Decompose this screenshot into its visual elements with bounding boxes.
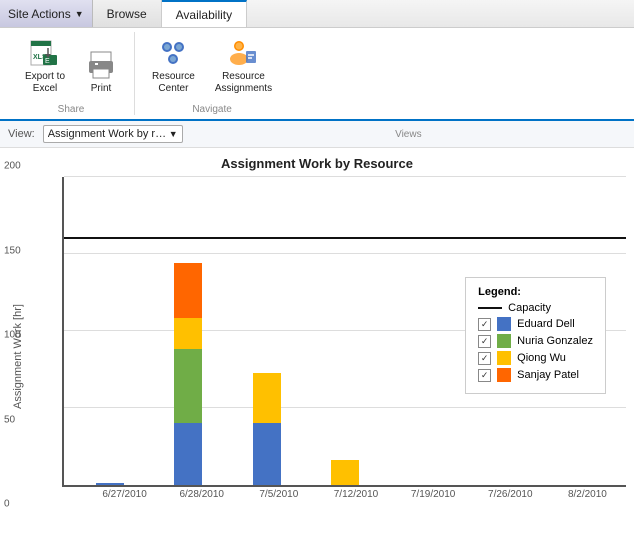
view-dropdown[interactable]: Assignment Work by reso... ▼ [43,125,183,143]
print-icon [85,49,117,81]
x-label-6: 8/2/2010 [549,489,626,500]
print-button[interactable]: Print [78,44,124,100]
resource-center-label: Resource Center [152,71,195,95]
legend-label-4: Sanjay Patel [517,369,579,381]
legend-nuria: ✓ Nuria Gonzalez [478,334,593,348]
bar-segment-yellow [253,373,281,423]
x-label-0: 6/27/2010 [86,489,163,500]
navigate-section: Resource Center Resource Assignments [135,32,289,115]
svg-text:E: E [45,58,50,65]
availability-tab[interactable]: Availability [162,0,247,27]
export-excel-button[interactable]: XLS E Export to Excel [18,32,72,100]
navigate-label: Navigate [145,104,279,115]
bar-segment-blue [253,423,281,485]
legend-label-1: Eduard Dell [517,318,574,330]
legend-checkbox-4[interactable]: ✓ [478,369,491,382]
legend-color-2 [497,334,511,348]
legend-capacity: Capacity [478,302,593,314]
bar-segment-yellow [331,460,359,485]
legend-checkbox-2[interactable]: ✓ [478,335,491,348]
x-label-1: 6/28/2010 [163,489,240,500]
site-actions-button[interactable]: Site Actions ▼ [0,0,93,27]
bar-group-1 [152,263,224,485]
x-label-2: 7/5/2010 [240,489,317,500]
legend-checkbox-3[interactable]: ✓ [478,352,491,365]
y-tick-0: 0 [4,499,10,510]
browse-tab[interactable]: Browse [93,0,162,27]
share-section: XLS E Export to Excel [8,32,135,115]
export-excel-label: Export to Excel [25,71,65,95]
x-axis: 6/27/2010 6/28/2010 7/5/2010 7/12/2010 7… [62,489,626,500]
legend-eduard: ✓ Eduard Dell [478,317,593,331]
resource-assignments-icon [227,37,259,69]
y-tick-150: 150 [4,245,21,256]
view-label: View: [8,128,35,140]
legend-checkbox-1[interactable]: ✓ [478,318,491,331]
chart-area: Assignment Work [hr] 200 150 100 50 0 [8,177,626,537]
view-row: View: Assignment Work by reso... ▼ Views [0,121,634,148]
bar-segment-green [174,349,202,423]
resource-center-button[interactable]: Resource Center [145,32,202,100]
chart-plot: Legend: Capacity ✓ Eduard Dell ✓ Nuria G… [62,177,626,487]
bar-group-0 [74,483,146,485]
x-label-3: 7/12/2010 [317,489,394,500]
legend-qiong: ✓ Qiong Wu [478,351,593,365]
bar-segment-blue [174,423,202,485]
bar-group-2 [231,373,303,485]
legend-capacity-label: Capacity [508,302,551,314]
capacity-line [64,237,626,239]
legend: Legend: Capacity ✓ Eduard Dell ✓ Nuria G… [465,277,606,394]
resource-center-icon [157,37,189,69]
bar-segment-orange [174,263,202,317]
chart-title: Assignment Work by Resource [8,156,626,171]
bar-segment [96,483,124,485]
legend-label-2: Nuria Gonzalez [517,335,593,347]
legend-color-3 [497,351,511,365]
y-axis-label: Assignment Work [hr] [8,177,28,537]
chart-container: Assignment Work by Resource Assignment W… [0,148,634,541]
site-actions-label: Site Actions [8,7,71,21]
bar-group-3 [309,460,381,485]
share-label: Share [18,104,124,115]
export-excel-icon: XLS E [29,37,61,69]
legend-color-1 [497,317,511,331]
legend-label-3: Qiong Wu [517,352,566,364]
x-label-4: 7/19/2010 [395,489,472,500]
resource-assignments-button[interactable]: Resource Assignments [208,32,279,100]
y-tick-50: 50 [4,414,15,425]
capacity-line-icon [478,307,502,309]
ribbon: XLS E Export to Excel [0,28,634,121]
print-label: Print [91,83,112,95]
view-dropdown-arrow-icon: ▼ [169,129,178,139]
resource-assignments-label: Resource Assignments [215,71,272,95]
legend-color-4 [497,368,511,382]
y-tick-200: 200 [4,161,21,172]
legend-sanjay: ✓ Sanjay Patel [478,368,593,382]
views-section-label: Views [191,129,626,140]
site-actions-dropdown-icon: ▼ [75,9,84,19]
y-tick-100: 100 [4,330,21,341]
x-label-5: 7/26/2010 [472,489,549,500]
view-selected: Assignment Work by reso... [48,128,168,140]
legend-title: Legend: [478,286,593,298]
bar-segment-yellow [174,318,202,349]
